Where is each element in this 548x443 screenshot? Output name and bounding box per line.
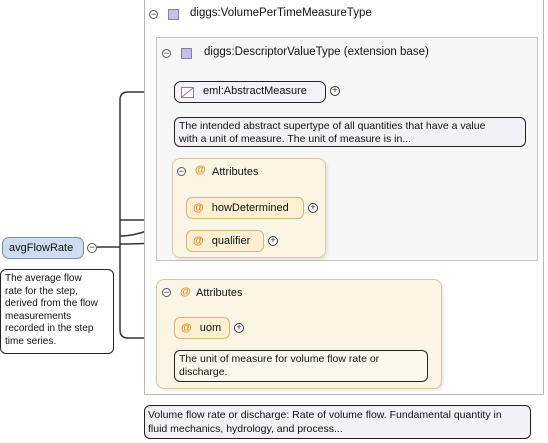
complex-type-icon <box>168 9 179 20</box>
qualifier-expand-button[interactable]: + <box>268 236 278 246</box>
type-attributes-collapse-button[interactable]: − <box>162 288 171 297</box>
doc-line: discharge. <box>179 366 228 378</box>
abstract-element-icon <box>181 87 194 98</box>
doc-line: time series. <box>5 335 57 347</box>
complex-type-icon <box>181 48 192 59</box>
doc-line: The average flow <box>5 273 82 284</box>
attribute-howdetermined[interactable]: @ howDetermined <box>186 197 304 219</box>
doc-line: rate for the step, <box>5 285 78 297</box>
type-documentation: Volume flow rate or discharge: Rate of v… <box>144 405 531 439</box>
base-attributes-collapse-button[interactable]: − <box>177 167 186 176</box>
uom-documentation: The unit of measure for volume flow rate… <box>174 350 428 382</box>
doc-line: derived from the flow <box>5 298 98 309</box>
type-name: diggs:VolumePerTimeMeasureType <box>190 7 372 19</box>
type-collapse-button[interactable]: − <box>149 10 158 19</box>
doc-line: measurements <box>5 310 72 322</box>
attribute-label: howDetermined <box>211 202 289 214</box>
root-element-avgflowrate[interactable]: avgFlowRate <box>2 237 84 259</box>
attribute-marker-icon: @ <box>195 164 206 176</box>
attribute-marker-icon: @ <box>193 202 204 214</box>
doc-line: fluid mechanics, hydrology, and process.… <box>148 423 343 435</box>
attribute-uom[interactable]: @ uom <box>174 317 230 339</box>
root-element-collapse-button[interactable]: − <box>87 243 97 253</box>
abstract-measure-label: eml:AbstractMeasure <box>203 85 307 97</box>
attribute-marker-icon: @ <box>181 322 192 334</box>
base-attributes-label: Attributes <box>212 166 259 178</box>
doc-line: The intended abstract supertype of all q… <box>179 120 486 132</box>
doc-line: with a unit of measure. The unit of meas… <box>179 133 412 145</box>
abstract-measure-element[interactable]: eml:AbstractMeasure <box>174 81 326 103</box>
base-type-collapse-button[interactable]: − <box>162 49 171 58</box>
attribute-qualifier[interactable]: @ qualifier <box>186 230 264 252</box>
doc-line: The unit of measure for volume flow rate… <box>179 353 380 365</box>
attribute-label: uom <box>199 322 222 334</box>
abstract-measure-documentation: The intended abstract supertype of all q… <box>174 117 526 147</box>
doc-line: Volume flow rate or discharge: Rate of v… <box>148 409 502 421</box>
root-element-label: avgFlowRate <box>9 242 74 254</box>
attribute-marker-icon: @ <box>193 235 204 247</box>
base-type-name: diggs:DescriptorValueType (extension bas… <box>204 46 429 58</box>
abstract-measure-expand-button[interactable]: + <box>330 86 340 96</box>
type-attributes-label: Attributes <box>196 287 243 299</box>
attribute-marker-icon: @ <box>180 286 191 298</box>
uom-expand-button[interactable]: + <box>234 323 244 333</box>
howdetermined-expand-button[interactable]: + <box>308 203 318 213</box>
doc-line: recorded in the step <box>5 323 94 334</box>
attribute-label: qualifier <box>211 235 251 247</box>
root-element-documentation: The average flow rate for the step, deri… <box>0 269 114 354</box>
